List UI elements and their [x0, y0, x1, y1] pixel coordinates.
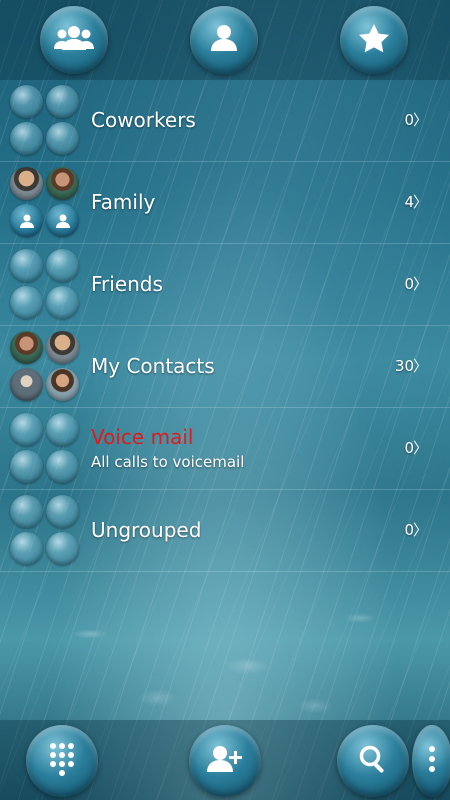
group-row-friends[interactable]: Friends 0 〉: [0, 244, 450, 326]
contact-photo: [10, 331, 43, 364]
empty-avatar-bubble: [10, 532, 43, 565]
empty-avatar-bubble: [46, 286, 79, 319]
group-avatars: [10, 85, 80, 157]
groups-icon: [54, 23, 94, 57]
chevron-right-icon: 〉: [412, 275, 428, 293]
contact-photo: [46, 331, 79, 364]
water-ripples: [0, 570, 450, 730]
group-name: Ungrouped: [91, 518, 202, 542]
empty-avatar-bubble: [10, 249, 43, 282]
person-icon: [19, 214, 34, 228]
empty-avatar-bubble: [46, 450, 79, 483]
empty-avatar-bubble: [10, 85, 43, 118]
add-person-icon: [207, 744, 243, 778]
search-button[interactable]: [337, 725, 409, 797]
person-icon: [210, 23, 238, 57]
empty-avatar-bubble: [10, 495, 43, 528]
group-name: Coworkers: [91, 108, 196, 132]
default-contact-avatar: [46, 204, 79, 237]
empty-avatar-bubble: [46, 85, 79, 118]
empty-avatar-bubble: [46, 532, 79, 565]
group-avatars: [10, 331, 80, 403]
group-subtitle: All calls to voicemail: [91, 453, 245, 471]
group-avatars: [10, 413, 80, 485]
group-avatars: [10, 249, 80, 321]
group-row-family[interactable]: Family 4 〉: [0, 162, 450, 244]
bottom-action-bar: [0, 720, 450, 800]
default-contact-avatar: [10, 204, 43, 237]
group-name: My Contacts: [91, 354, 215, 378]
empty-avatar-bubble: [46, 122, 79, 155]
empty-avatar-bubble: [46, 413, 79, 446]
group-row-voice-mail[interactable]: Voice mail All calls to voicemail 0 〉: [0, 408, 450, 490]
group-name: Family: [91, 190, 156, 214]
dialpad-button[interactable]: [26, 725, 98, 797]
group-row-ungrouped[interactable]: Ungrouped 0 〉: [0, 490, 450, 572]
dialpad-icon: [49, 742, 75, 780]
chevron-right-icon: 〉: [412, 193, 428, 211]
group-avatars: [10, 167, 80, 239]
empty-avatar-bubble: [10, 413, 43, 446]
group-name: Friends: [91, 272, 163, 296]
empty-avatar-bubble: [10, 286, 43, 319]
contact-photo: [10, 368, 43, 401]
chevron-right-icon: 〉: [412, 111, 428, 129]
add-contact-button[interactable]: [189, 725, 261, 797]
group-name: Voice mail: [91, 425, 194, 449]
group-row-coworkers[interactable]: Coworkers 0 〉: [0, 80, 450, 162]
more-vert-icon: [428, 745, 436, 777]
contact-photo: [46, 167, 79, 200]
group-avatars: [10, 495, 80, 567]
empty-avatar-bubble: [46, 495, 79, 528]
empty-avatar-bubble: [10, 450, 43, 483]
overflow-menu-button[interactable]: [412, 725, 450, 797]
contact-photo: [10, 167, 43, 200]
tab-contacts[interactable]: [190, 6, 258, 74]
star-icon: [358, 23, 390, 57]
tab-groups[interactable]: [40, 6, 108, 74]
chevron-right-icon: 〉: [412, 521, 428, 539]
person-icon: [55, 214, 70, 228]
chevron-right-icon: 〉: [412, 357, 428, 375]
group-count: 30: [394, 357, 414, 375]
top-tab-bar: [0, 0, 450, 80]
group-row-my-contacts[interactable]: My Contacts 30 〉: [0, 326, 450, 408]
chevron-right-icon: 〉: [412, 439, 428, 457]
empty-avatar-bubble: [10, 122, 43, 155]
contact-photo: [46, 368, 79, 401]
search-icon: [358, 744, 388, 778]
empty-avatar-bubble: [46, 249, 79, 282]
tab-favorites[interactable]: [340, 6, 408, 74]
group-list: Coworkers 0 〉 Family 4 〉 Friends 0 〉 My …: [0, 80, 450, 572]
